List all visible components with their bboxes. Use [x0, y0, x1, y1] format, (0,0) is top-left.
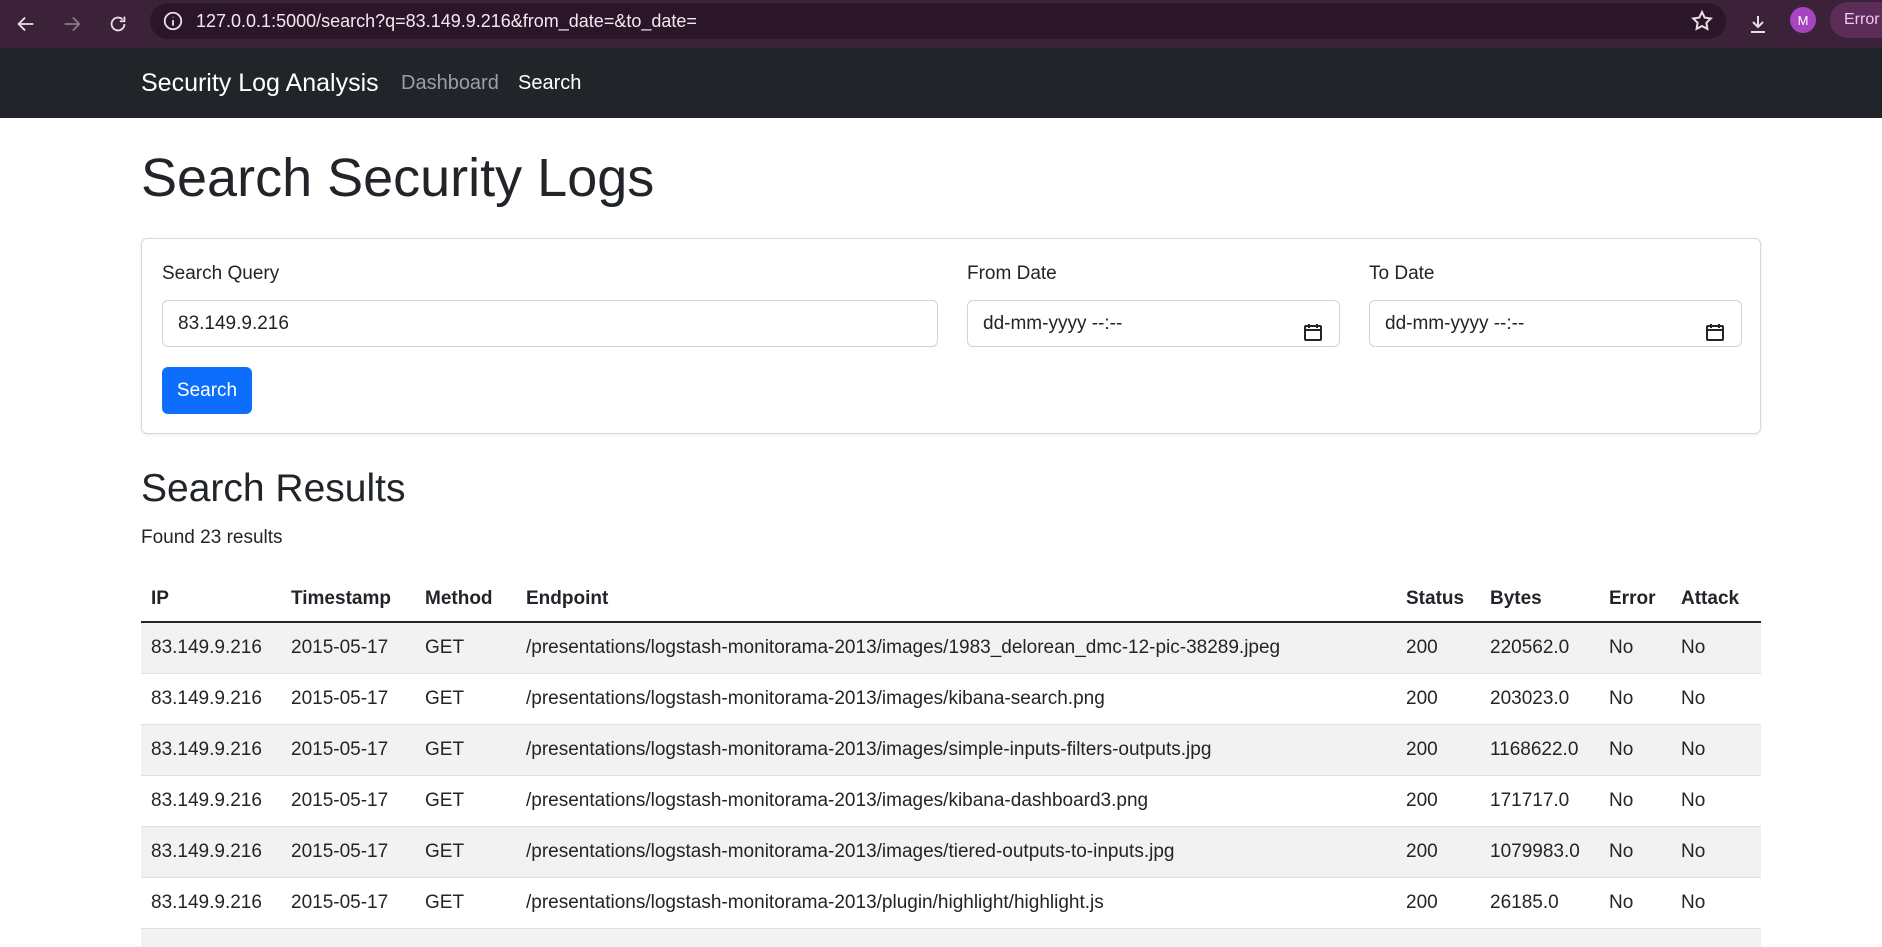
cell-status: 200 [1396, 673, 1480, 725]
cell-bytes: 26185.0 [1480, 877, 1599, 929]
from-date-label: From Date [967, 263, 1057, 284]
cell-status: 200 [1396, 826, 1480, 878]
search-form-card: Search Query 83.149.9.216 From Date dd-m… [141, 238, 1761, 434]
cell-endpoint: /presentations/logstash-monitorama-2013/… [516, 724, 1396, 776]
cell-bytes: 220562.0 [1480, 622, 1599, 674]
cell-error: No [1599, 775, 1671, 827]
reload-icon[interactable] [100, 6, 136, 42]
back-arrow-icon[interactable] [8, 6, 44, 42]
table-row: 83.149.9.216 2015-05-17 GET /presentatio… [141, 673, 1761, 725]
search-button[interactable]: Search [162, 367, 252, 414]
to-date-input[interactable]: dd-mm-yyyy --:-- [1369, 300, 1742, 347]
from-date-input[interactable]: dd-mm-yyyy --:-- [967, 300, 1340, 347]
cell-bytes: 1079983.0 [1480, 826, 1599, 878]
cell-ip: 83.149.9.216 [141, 622, 281, 674]
browser-toolbar: 127.0.0.1:5000/search?q=83.149.9.216&fro… [0, 0, 1882, 48]
nav-link-search[interactable]: Search [518, 48, 581, 118]
results-count: Found 23 results [141, 527, 283, 548]
site-navbar: Security Log Analysis Dashboard Search [0, 48, 1882, 118]
cell-status: 200 [1396, 775, 1480, 827]
table-row: 83.149.9.216 2015-05-17 GET /presentatio… [141, 724, 1761, 776]
cell-ip: 83.149.9.216 [141, 673, 281, 725]
cell-method: GET [415, 622, 516, 674]
cell-status: 200 [1396, 724, 1480, 776]
site-info-icon[interactable] [162, 10, 184, 32]
cell-timestamp: 2015-05-17 [281, 877, 415, 929]
table-row: 83.149.9.216 2015-05-17 GET /presentatio… [141, 622, 1761, 674]
cell-method: GET [415, 877, 516, 929]
cell-error: No [1599, 826, 1671, 878]
brand-link[interactable]: Security Log Analysis [141, 48, 379, 118]
cell-error: No [1599, 622, 1671, 674]
cell-status: 200 [1396, 622, 1480, 674]
nav-link-dashboard[interactable]: Dashboard [401, 48, 499, 118]
cell-timestamp: 2015-05-17 [281, 622, 415, 674]
cell-endpoint: /presentations/logstash-monitorama-2013/… [516, 673, 1396, 725]
calendar-icon[interactable] [1705, 314, 1725, 341]
cell-status: 200 [1396, 877, 1480, 929]
cell-attack: No [1671, 877, 1761, 929]
cell-bytes: 1168622.0 [1480, 724, 1599, 776]
cell-bytes: 171717.0 [1480, 775, 1599, 827]
column-header-attack: Attack [1671, 577, 1761, 623]
column-header-endpoint: Endpoint [516, 577, 1396, 623]
cell-endpoint: /presentations/logstash-monitorama-2013/… [516, 826, 1396, 878]
cell-endpoint: /presentations/logstash-monitorama-2013/… [516, 877, 1396, 929]
forward-arrow-icon[interactable] [54, 6, 90, 42]
column-header-status: Status [1396, 577, 1480, 623]
column-header-bytes: Bytes [1480, 577, 1599, 623]
cell-ip: 83.149.9.216 [141, 775, 281, 827]
cell-bytes: 203023.0 [1480, 673, 1599, 725]
error-badge[interactable]: Error [1830, 2, 1882, 38]
cell-method: GET [415, 724, 516, 776]
cell-attack: No [1671, 622, 1761, 674]
cell-attack: No [1671, 724, 1761, 776]
table-row: 83.149.9.216 2015-05-17 GET /presentatio… [141, 877, 1761, 929]
cell-method: GET [415, 826, 516, 878]
download-icon[interactable] [1740, 6, 1776, 42]
table-header-row: IP Timestamp Method Endpoint Status Byte… [141, 577, 1761, 623]
page-title: Search Security Logs [141, 148, 655, 208]
bookmark-star-icon[interactable] [1690, 9, 1714, 33]
address-bar[interactable]: 127.0.0.1:5000/search?q=83.149.9.216&fro… [150, 3, 1726, 39]
cell-error: No [1599, 724, 1671, 776]
cell-timestamp: 2015-05-17 [281, 775, 415, 827]
cell-attack: No [1671, 775, 1761, 827]
column-header-ip: IP [141, 577, 281, 623]
column-header-error: Error [1599, 577, 1671, 623]
cell-ip: 83.149.9.216 [141, 724, 281, 776]
cell-timestamp: 2015-05-17 [281, 724, 415, 776]
cell-timestamp: 2015-05-17 [281, 826, 415, 878]
cell-error: No [1599, 673, 1671, 725]
cell-timestamp: 2015-05-17 [281, 673, 415, 725]
cell-error: No [1599, 877, 1671, 929]
table-row [141, 928, 1761, 947]
results-title: Search Results [141, 467, 406, 510]
profile-avatar[interactable]: M [1790, 7, 1816, 33]
cell-attack: No [1671, 673, 1761, 725]
table-row: 83.149.9.216 2015-05-17 GET /presentatio… [141, 775, 1761, 827]
column-header-method: Method [415, 577, 516, 623]
from-date-placeholder: dd-mm-yyyy --:-- [983, 313, 1123, 334]
calendar-icon[interactable] [1303, 314, 1323, 341]
table-row: 83.149.9.216 2015-05-17 GET /presentatio… [141, 826, 1761, 878]
cell-ip: 83.149.9.216 [141, 826, 281, 878]
search-query-input[interactable]: 83.149.9.216 [162, 300, 938, 347]
results-table: IP Timestamp Method Endpoint Status Byte… [141, 577, 1761, 947]
to-date-label: To Date [1369, 263, 1435, 284]
cell-endpoint: /presentations/logstash-monitorama-2013/… [516, 622, 1396, 674]
cell-method: GET [415, 775, 516, 827]
cell-method: GET [415, 673, 516, 725]
cell-attack: No [1671, 826, 1761, 878]
column-header-timestamp: Timestamp [281, 577, 415, 623]
table-row-partial [141, 928, 1761, 947]
cell-ip: 83.149.9.216 [141, 877, 281, 929]
to-date-placeholder: dd-mm-yyyy --:-- [1385, 313, 1525, 334]
url-text[interactable]: 127.0.0.1:5000/search?q=83.149.9.216&fro… [196, 3, 697, 39]
query-label: Search Query [162, 263, 280, 284]
cell-endpoint: /presentations/logstash-monitorama-2013/… [516, 775, 1396, 827]
